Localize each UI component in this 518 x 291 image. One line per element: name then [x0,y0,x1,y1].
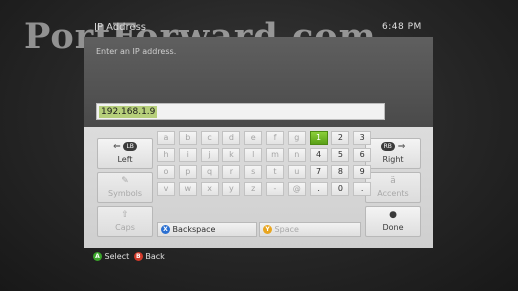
key-3-2[interactable]: x [200,182,219,196]
key-3-0[interactable]: v [157,182,175,196]
key-0-3[interactable]: d [222,131,241,145]
key-0-7[interactable]: 1 [309,131,328,145]
right-label: Right [382,155,404,164]
key-0-9[interactable]: 3 [353,131,372,145]
key-3-3[interactable]: y [222,182,241,196]
key-2-5[interactable]: t [266,165,284,179]
start-icon: ● [389,210,397,220]
key-1-0[interactable]: h [157,148,175,162]
key-1-1[interactable]: i [178,148,197,162]
key-0-0[interactable]: a [157,131,175,145]
rb-icon: RB ⇒ [366,142,420,152]
x-button-icon: X [161,225,170,234]
clock: 6:48 PM [382,22,422,32]
accents-button[interactable]: ä Accents [365,172,421,203]
b-button-icon: B [133,252,143,261]
key-2-4[interactable]: s [244,165,263,179]
key-1-7[interactable]: 4 [309,148,328,162]
left-label: Left [117,155,133,164]
symbols-icon: ✎ [121,176,129,186]
key-1-6[interactable]: n [287,148,306,162]
key-2-3[interactable]: r [222,165,241,179]
select-label: Select [104,252,130,261]
key-3-7[interactable]: . [309,182,328,196]
key-1-3[interactable]: k [222,148,241,162]
key-0-1[interactable]: b [178,131,197,145]
key-3-9[interactable]: . [353,182,372,196]
key-2-9[interactable]: 9 [353,165,372,179]
button-legend: A Select B Back [93,252,165,261]
key-3-6[interactable]: @ [287,182,306,196]
key-1-4[interactable]: l [244,148,263,162]
key-0-5[interactable]: f [266,131,284,145]
accents-icon: ä [390,176,396,186]
caps-button[interactable]: ⇧ Caps [97,206,153,237]
key-2-8[interactable]: 8 [331,165,350,179]
key-0-4[interactable]: e [244,131,263,145]
ip-address-value: 192.168.1.9 [99,106,158,118]
done-label: Done [382,223,404,232]
page-title: IP Address [94,22,146,33]
dialog-header: Enter an IP address. 192.168.1.9 [84,37,433,127]
key-2-7[interactable]: 7 [309,165,328,179]
key-0-6[interactable]: g [287,131,306,145]
key-0-2[interactable]: c [200,131,219,145]
key-3-1[interactable]: w [178,182,197,196]
key-1-9[interactable]: 6 [353,148,372,162]
key-3-8[interactable]: 0 [331,182,350,196]
space-label: Space [274,225,299,234]
y-button-icon: Y [263,225,272,234]
left-button[interactable]: ⇐ LB Left [97,138,153,169]
key-1-5[interactable]: m [266,148,284,162]
key-3-5[interactable]: - [266,182,284,196]
key-2-2[interactable]: q [200,165,219,179]
symbols-label: Symbols [108,189,142,198]
key-3-4[interactable]: z [244,182,263,196]
ip-entry-dialog: Enter an IP address. 192.168.1.9 ⇐ LB Le… [84,37,433,248]
symbols-button[interactable]: ✎ Symbols [97,172,153,203]
accents-label: Accents [377,189,409,198]
key-1-2[interactable]: j [200,148,219,162]
key-0-8[interactable]: 2 [331,131,350,145]
back-label: Back [145,252,165,261]
caps-label: Caps [115,223,135,232]
lb-icon: ⇐ LB [98,142,152,152]
prompt-text: Enter an IP address. [96,47,177,56]
a-button-icon: A [93,252,102,261]
done-button[interactable]: ● Done [365,206,421,237]
caps-icon: ⇧ [121,210,129,220]
key-2-6[interactable]: u [287,165,306,179]
backspace-label: Backspace [172,225,216,234]
ip-address-input[interactable]: 192.168.1.9 [96,103,385,120]
key-2-0[interactable]: o [157,165,175,179]
key-1-8[interactable]: 5 [331,148,350,162]
key-2-1[interactable]: p [178,165,197,179]
virtual-keyboard: ⇐ LB Left ✎ Symbols ⇧ Caps RB ⇒ Right ä … [84,127,433,248]
backspace-button[interactable]: X Backspace [157,222,257,237]
right-button[interactable]: RB ⇒ Right [365,138,421,169]
space-button[interactable]: Y Space [259,222,361,237]
